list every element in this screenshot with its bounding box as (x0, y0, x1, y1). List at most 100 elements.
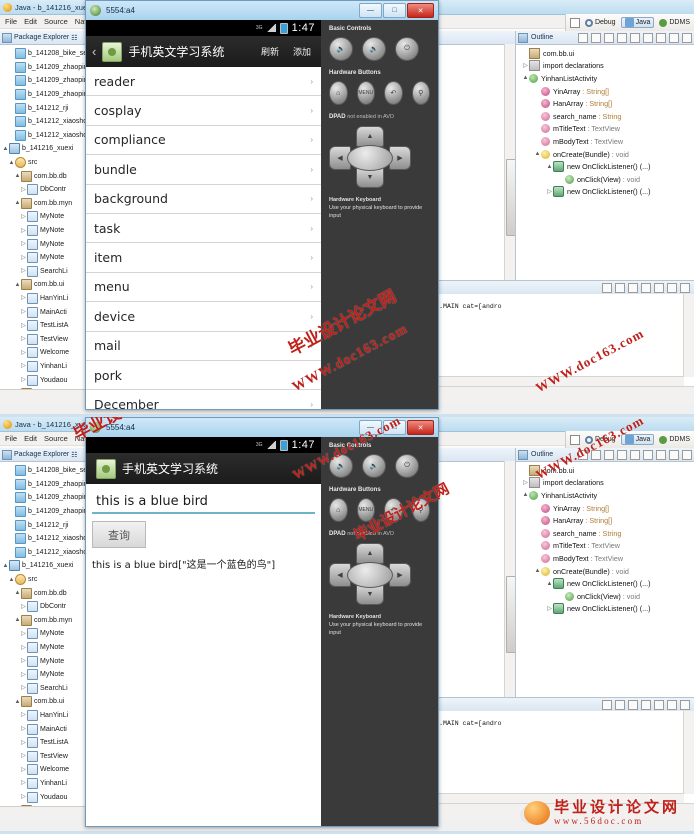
hide-nonpublic-icon[interactable] (630, 449, 640, 460)
minimize-console-icon[interactable] (667, 699, 677, 710)
emulator-window-2[interactable]: 5554:a4 — □ ✕ 3G 1:47 手机英文学习系统 this is a… (85, 417, 439, 827)
menu-source[interactable]: Source (44, 17, 68, 26)
open-perspective-button[interactable] (569, 17, 580, 28)
view-menu-icon[interactable] (656, 449, 666, 460)
list-item[interactable]: pork › (86, 360, 321, 391)
tree-item-b-141212-xiaosho[interactable]: b_141212_xiaosho (0, 115, 88, 129)
outline-item[interactable]: ▷ new OnClickListener() (...) (516, 186, 694, 199)
tree-item-mynote[interactable]: ▷ MyNote (0, 641, 88, 655)
outline-item[interactable]: HanArray : String[] (516, 514, 694, 527)
dpad-center-button[interactable] (347, 562, 393, 588)
tree-item-testlista[interactable]: ▷ TestListA (0, 319, 88, 333)
display-console-icon[interactable] (641, 699, 651, 710)
tree-item-b-141209-zhaopin[interactable]: b_141209_zhaopin (0, 505, 88, 519)
word-list[interactable]: reader › cosplay › compliance › bundle › backgro… (86, 67, 321, 409)
tree-item-b-141216-xuexi[interactable]: ▲ b_141216_xuexi (0, 142, 88, 156)
emulator-title-bar[interactable]: 5554:a4 — □ ✕ (86, 1, 438, 21)
tree-expand-arrow[interactable]: ▲ (14, 173, 21, 179)
tree-expand-arrow[interactable]: ▷ (20, 187, 27, 193)
outline-item[interactable]: mTitleText : TextView (516, 540, 694, 553)
tree-item-b-141208-bike-se[interactable]: b_141208_bike_se (0, 47, 88, 61)
outline-tab-2[interactable]: Outline (516, 448, 694, 462)
tree-item-youdaou[interactable]: ▷ Youdaou (0, 373, 88, 387)
tree-item-testview[interactable]: ▷ TestView (0, 332, 88, 346)
tree-item-yinhanli[interactable]: ▷ YinhanLi (0, 360, 88, 374)
tree-item-com-bb-db[interactable]: ▲ com.bb.db (0, 169, 88, 183)
outline-item[interactable]: com.bb.ui (516, 464, 694, 477)
minimize-icon[interactable] (669, 449, 679, 460)
list-item[interactable]: compliance › (86, 125, 321, 156)
tree-item-com-bb-ui[interactable]: ▲ com.bb.ui (0, 695, 88, 709)
menu-edit[interactable]: Edit (24, 434, 37, 443)
perspective-bar-2[interactable]: Debug Java DDMS (564, 431, 694, 449)
basic-buttons-row-2[interactable]: 🔈 🔊 ⏻ (329, 454, 430, 478)
collapse-all-icon[interactable] (578, 449, 588, 460)
hide-static-icon[interactable] (617, 32, 627, 43)
outline-item[interactable]: ▲ new OnClickListener() (...) (516, 160, 694, 173)
phone-screen-2[interactable]: 3G 1:47 手机英文学习系统 this is a blue bird 查询 … (86, 437, 321, 826)
chevron-left-icon[interactable]: ‹ (92, 45, 96, 58)
outline-item[interactable]: com.bb.ui (516, 47, 694, 60)
tree-item-b-141212-rji[interactable]: b_141212_rji (0, 101, 88, 115)
outline-item[interactable]: ▷ import declarations (516, 477, 694, 490)
open-console-icon[interactable] (654, 699, 664, 710)
menu-button[interactable]: MENU (356, 498, 375, 522)
tree-expand-arrow[interactable]: ▷ (20, 726, 27, 732)
search-icon[interactable]: ⚲ (411, 498, 430, 522)
pin-console-icon[interactable] (628, 699, 638, 710)
tree-expand-arrow[interactable]: ▷ (20, 336, 27, 342)
tree-expand-arrow[interactable]: ▷ (20, 753, 27, 759)
outline-view-2[interactable]: Outline com.bb.ui ▷ import declarations ▲ Yi… (515, 448, 694, 712)
home-icon[interactable]: ⌂ (329, 498, 348, 522)
close-button[interactable]: ✕ (407, 3, 434, 18)
tree-expand-arrow[interactable]: ▷ (20, 767, 27, 773)
tree-item-b-141212-rji[interactable]: b_141212_rji (0, 518, 88, 532)
tree-item-src[interactable]: ▲ src (0, 156, 88, 170)
project-tree-2[interactable]: b_141208_bike_se b_141209_zhaopin b_141209… (0, 462, 88, 820)
tree-item-dbcontr[interactable]: ▷ DbContr (0, 600, 88, 614)
outline-item[interactable]: ▲ YinhanListActivity (516, 72, 694, 85)
outline-tab[interactable]: Outline (516, 31, 694, 45)
tree-item-b-141212-xiaosho[interactable]: b_141212_xiaosho (0, 532, 88, 546)
tree-expand-arrow[interactable]: ▷ (20, 295, 27, 301)
maximize-console-icon[interactable] (680, 282, 690, 293)
tree-item-mynote[interactable]: ▷ MyNote (0, 668, 88, 682)
menu-file[interactable]: File (5, 17, 17, 26)
tree-expand-arrow[interactable]: ▷ (20, 631, 27, 637)
tree-item-b-141209-zhaopin[interactable]: b_141209_zhaopin (0, 88, 88, 102)
tree-expand-arrow[interactable]: ▲ (14, 590, 21, 596)
editor-vertical-scrollbar[interactable] (504, 44, 515, 285)
tree-expand-arrow[interactable]: ▷ (20, 363, 27, 369)
tree-expand-arrow[interactable]: ▷ (20, 350, 27, 356)
volume-up-icon[interactable]: 🔊 (362, 454, 386, 478)
tree-item-src[interactable]: ▲ src (0, 573, 88, 587)
minimize-button[interactable]: — (359, 420, 382, 435)
open-console-icon[interactable] (654, 282, 664, 293)
volume-down-icon[interactable]: 🔈 (329, 454, 353, 478)
list-item[interactable]: cosplay › (86, 96, 321, 126)
minimize-icon[interactable] (669, 32, 679, 43)
outline-item[interactable]: search_name : String (516, 110, 694, 123)
tree-expand-arrow[interactable]: ▷ (20, 241, 27, 247)
tree-item-mynote[interactable]: ▷ MyNote (0, 654, 88, 668)
outline-item[interactable]: YinArray : String[] (516, 502, 694, 515)
outline-tree[interactable]: com.bb.ui ▷ import declarations ▲ YinhanList… (516, 45, 694, 198)
hide-local-icon[interactable] (643, 32, 653, 43)
perspective-ddms[interactable]: DDMS (659, 435, 690, 444)
outline-expand-arrow[interactable]: ▲ (546, 164, 553, 170)
tree-expand-arrow[interactable]: ▷ (20, 780, 27, 786)
outline-view[interactable]: Outline com.bb.ui ▷ import declarations ▲ Yi… (515, 31, 694, 295)
tree-item-youdaou[interactable]: ▷ Youdaou (0, 790, 88, 804)
tree-item-dbcontr[interactable]: ▷ DbContr (0, 183, 88, 197)
outline-item[interactable]: search_name : String (516, 527, 694, 540)
outline-expand-arrow[interactable]: ▲ (534, 568, 541, 574)
package-explorer-view-2[interactable]: Package Explorer ☷ b_141208_bike_se b_141… (0, 448, 89, 820)
outline-item[interactable]: mBodyText : TextView (516, 552, 694, 565)
tree-item-com-bb-myn[interactable]: ▲ com.bb.myn (0, 614, 88, 628)
window-buttons-2[interactable]: — □ ✕ (358, 420, 434, 435)
tree-expand-arrow[interactable]: ▷ (20, 255, 27, 261)
list-item[interactable]: device › (86, 302, 321, 332)
pin-console-icon[interactable] (628, 282, 638, 293)
menu-button[interactable]: MENU (356, 81, 375, 105)
outline-expand-arrow[interactable]: ▲ (534, 151, 541, 157)
